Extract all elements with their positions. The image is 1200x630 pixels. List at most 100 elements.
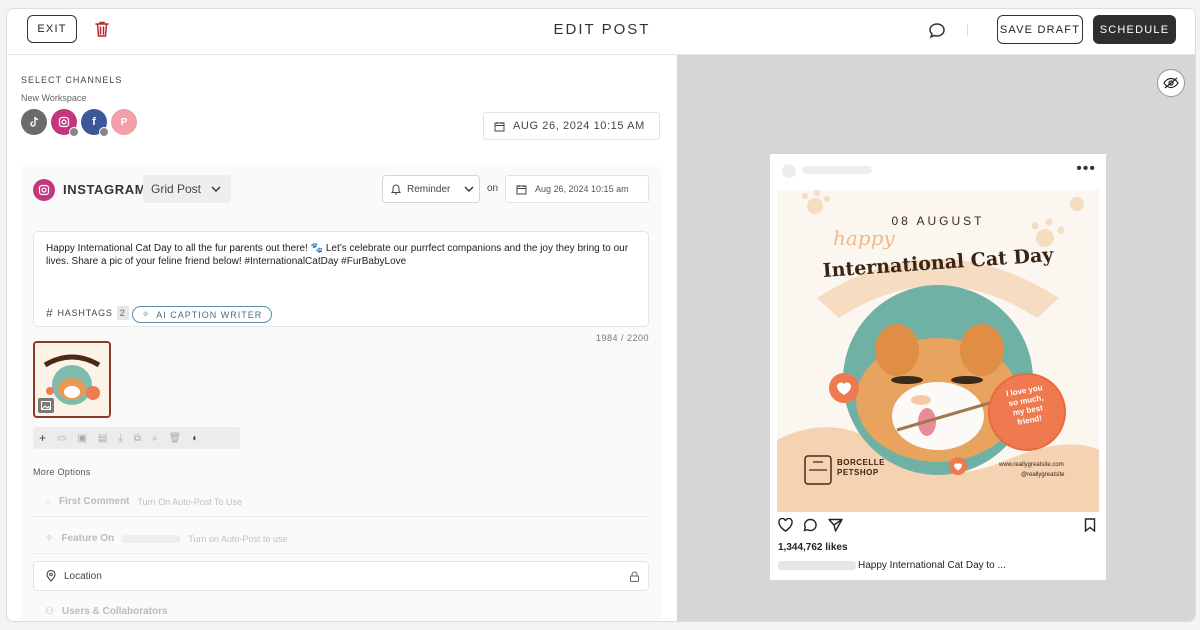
instagram-icon [33,179,55,201]
more-options-label: More Options [33,467,91,477]
divider [967,24,968,36]
media-thumbnail[interactable] [33,341,111,418]
chevron-down-icon [464,186,474,192]
calendar-icon [494,121,505,131]
schedule-date-value: AUG 26, 2024 10:15 AM [513,120,645,132]
users-collaborators-row[interactable]: ⚇ Users & Collaborators [33,597,649,621]
first-comment-sub: Turn On Auto-Post To Use [137,496,243,507]
on-label: on [487,183,499,194]
channel-facebook[interactable]: f [81,109,109,137]
first-comment-row[interactable]: ◌ First Comment Turn On Auto-Post To Use [33,487,649,517]
comment-icon[interactable] [803,518,818,532]
post-date-text: 08 AUGUST [891,214,985,228]
workspace-label: New Workspace [21,93,87,103]
editor-panel: SELECT CHANNELS New Workspace f P AUG 26… [7,55,677,621]
hide-preview-button[interactable] [1157,69,1185,97]
trash-icon[interactable]: 🗑 [169,433,182,444]
calendar-icon [516,184,527,194]
preview-caption: Happy International Cat Day to ... [778,560,1006,571]
feature-on-row[interactable]: ✧ Feature On Turn on Auto-Post to use [33,524,649,554]
instagram-label: INSTAGRAM [63,182,147,197]
post-type-select[interactable]: Grid Post [143,175,231,203]
location-row[interactable]: Location [33,561,649,591]
reminder-label: Reminder [407,183,451,195]
channel-pinterest[interactable]: P [111,109,137,135]
feature-on-sub: Turn on Auto-Post to use [188,533,288,544]
feature-brand-logo [122,534,181,543]
channel-instagram[interactable] [51,109,79,137]
image-icon[interactable]: ▣ [77,433,86,444]
hashtags-label: HASHTAGS [57,308,113,318]
site-url: www.reallygreatsite.com [999,462,1064,468]
location-label: Location [64,570,102,582]
pinterest-icon: P [120,116,128,128]
app-window: EXIT EDIT POST SAVE DRAFT SCHEDULE SELEC… [6,8,1196,622]
share-icon[interactable] [828,518,843,532]
chevron-down-icon [211,186,221,192]
search-icon[interactable]: ⌕ [152,433,158,444]
avatar [782,164,796,178]
more-icon[interactable]: ••• [1076,160,1096,178]
document-icon[interactable]: ▤ [98,433,107,444]
color-icon[interactable]: ◐ [192,433,198,444]
channel-tiktok[interactable] [21,109,47,135]
eye-off-icon [1163,77,1179,89]
ai-caption-label: AI CAPTION WRITER [156,309,263,320]
brand-line-2: PETSHOP [837,468,879,477]
preview-caption-text: Happy International Cat Day to ... [858,560,1006,571]
hashtags-button[interactable]: # HASHTAGS 2 [46,306,129,320]
site-handle: @reallygreatsite [1021,472,1065,478]
copy-icon[interactable]: ⧉ [134,433,141,444]
character-count: 1984 / 2200 [595,333,649,343]
comment-icon[interactable] [927,21,947,41]
instagram-icon [58,116,70,128]
post-image: 08 AUGUST happy International Cat Day I … [777,190,1099,512]
facebook-icon: f [92,116,96,128]
reminder-select[interactable]: Reminder [382,175,480,203]
heart-icon[interactable] [778,518,793,532]
users-label: Users & Collaborators [61,606,168,617]
tiktok-icon [30,116,39,127]
bookmark-icon[interactable] [1084,518,1096,532]
media-toolbar: + ▭ ▣ ▤ ⤓ ⧉ ⌕ 🗑 ◐ [33,427,240,449]
add-icon[interactable]: + [39,431,46,445]
top-bar: EXIT EDIT POST SAVE DRAFT SCHEDULE [7,9,1195,55]
hash-icon: # [46,306,54,320]
edit-icon[interactable]: ▭ [57,433,66,444]
reminder-date-field[interactable]: Aug 26, 2024 10:15 am [505,175,649,203]
location-pin-icon [46,570,56,582]
schedule-button[interactable]: SCHEDULE [1093,15,1176,44]
caption-text[interactable]: Happy International Cat Day to all the f… [46,242,638,268]
brand-name: BORCELLE PETSHOP [837,458,885,478]
sparkle-icon: ✧ [45,533,54,544]
lock-icon [630,571,639,582]
sparkle-icon: ✧ [141,309,151,319]
hashtags-count: 2 [116,306,129,320]
selected-check-icon [99,127,109,137]
select-channels-label: SELECT CHANNELS [21,75,123,85]
comment-icon: ◌ [45,496,51,507]
post-happy-text: happy [833,226,895,250]
reminder-date-value: Aug 26, 2024 10:15 am [535,184,629,194]
caption-editor[interactable]: Happy International Cat Day to all the f… [33,231,649,327]
save-draft-button[interactable]: SAVE DRAFT [997,15,1083,44]
bell-icon [391,183,401,194]
instagram-card: INSTAGRAM Grid Post Reminder on Aug 26, … [21,165,661,621]
image-type-icon [38,398,54,413]
brand-line-1: BORCELLE [837,458,885,467]
post-type-value: Grid Post [151,182,202,196]
post-header: ••• [770,154,1106,190]
first-comment-label: First Comment [58,496,130,507]
download-icon[interactable]: ⤓ [118,433,122,444]
username-redacted [778,561,856,570]
instagram-preview: ••• 08 AUGUST happy International Cat Da… [770,154,1106,580]
username-redacted [802,166,872,174]
site-text: www.reallygreatsite.com @reallygreatsite [999,460,1064,480]
users-icon: ⚇ [45,606,54,617]
likes-count: 1,344,762 likes [778,542,848,553]
ai-caption-writer-button[interactable]: ✧ AI CAPTION WRITER [132,306,272,323]
schedule-date-field[interactable]: AUG 26, 2024 10:15 AM [483,112,660,140]
feature-on-label: Feature On [61,533,115,544]
preview-panel: ••• 08 AUGUST happy International Cat Da… [677,55,1195,621]
post-actions [778,518,843,532]
